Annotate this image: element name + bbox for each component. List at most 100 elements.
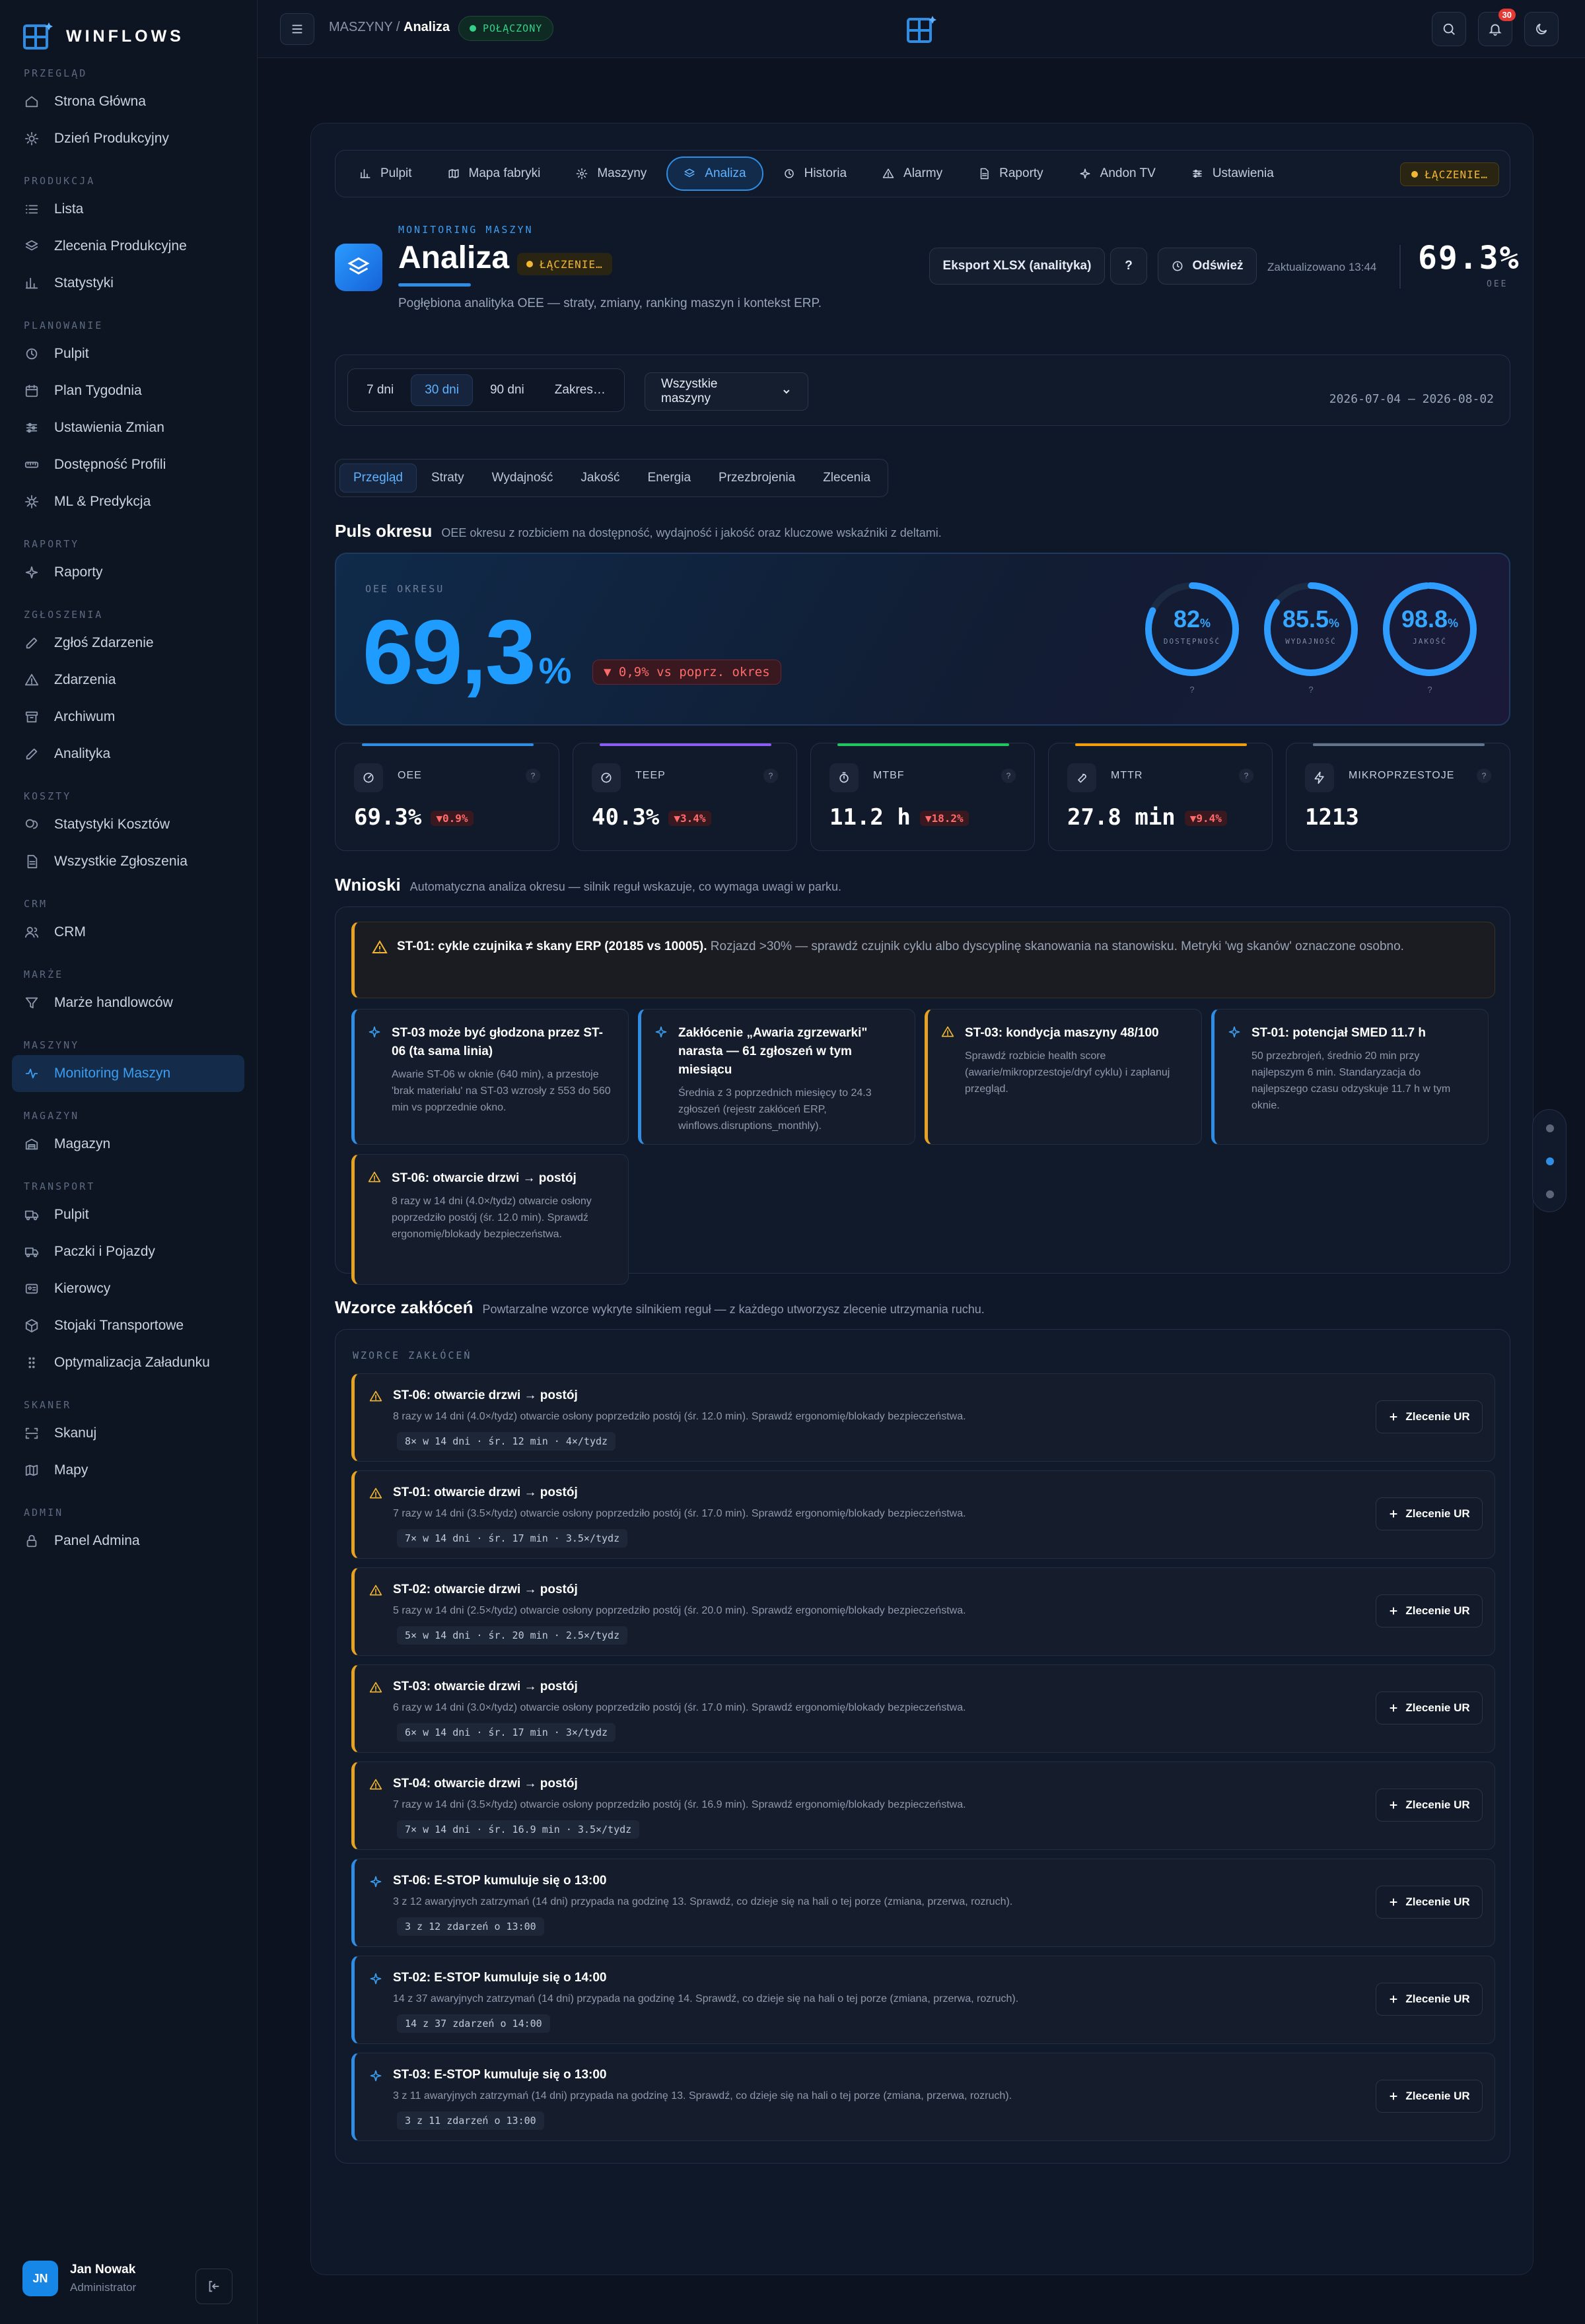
sidebar-item-pulpit[interactable]: Pulpit — [12, 335, 244, 372]
sidebar-item-kierowcy[interactable]: Kierowcy — [12, 1270, 244, 1307]
topbar-logo[interactable] — [906, 15, 936, 48]
kpi-card-mikroprzestoje[interactable]: MIKROPRZESTOJE? 1213 — [1286, 743, 1510, 851]
subtab-straty[interactable]: Straty — [418, 463, 477, 493]
sidebar-item-analityka[interactable]: Analityka — [12, 735, 244, 772]
tab-pulpit[interactable]: Pulpit — [343, 156, 428, 191]
tab-analiza[interactable]: Analiza — [666, 156, 763, 191]
tab-historia[interactable]: Historia — [767, 156, 863, 191]
sidebar-item-magazyn[interactable]: Magazyn — [12, 1126, 244, 1163]
range-option-zakres[interactable]: Zakres… — [542, 374, 619, 406]
help-button[interactable]: ? — [1110, 248, 1147, 285]
kpi-help-icon[interactable]: ? — [1477, 769, 1491, 783]
pattern-icon — [369, 1778, 382, 1794]
tab-raporty[interactable]: Raporty — [962, 156, 1059, 191]
create-maintenance-order-button[interactable]: Zlecenie UR — [1376, 1886, 1483, 1919]
kpi-card-mttr[interactable]: MTTR? 27.8 min ▼9.4% — [1048, 743, 1273, 851]
sidebar-item-archiwum[interactable]: Archiwum — [12, 699, 244, 735]
kpi-card-teep[interactable]: TEEP? 40.3% ▼3.4% — [573, 743, 797, 851]
refresh-button[interactable]: Odśwież — [1158, 248, 1257, 285]
sidebar-item-plan-tygodnia[interactable]: Plan Tygodnia — [12, 372, 244, 409]
sidebar-item-optymalizacja-zaladunku[interactable]: Optymalizacja Załadunku — [12, 1344, 244, 1381]
subtab-energia[interactable]: Energia — [635, 463, 705, 493]
sidebar-item-dzien-produkcyjny[interactable]: Dzień Produkcyjny — [12, 120, 244, 157]
app-logo[interactable]: WINFLOWS — [22, 21, 184, 51]
sidebar-item-raporty[interactable]: Raporty — [12, 554, 244, 591]
tab-ustawienia[interactable]: Ustawienia — [1176, 156, 1290, 191]
scroll-dot[interactable] — [1546, 1190, 1554, 1198]
range-option-30-dni[interactable]: 30 dni — [411, 374, 473, 406]
subtab-jakosc[interactable]: Jakość — [567, 463, 633, 493]
pattern-row: ST-02: otwarcie drzwi → postój 5 razy w 1… — [351, 1567, 1495, 1656]
tab-alarmy[interactable]: Alarmy — [866, 156, 958, 191]
create-maintenance-order-button[interactable]: Zlecenie UR — [1376, 1983, 1483, 2016]
kpi-card-oee[interactable]: OEE? 69.3% ▼0.9% — [335, 743, 559, 851]
subtab-zlecenia[interactable]: Zlecenia — [810, 463, 884, 493]
sidebar-item-dostepnosc-profili[interactable]: Dostępność Profili — [12, 446, 244, 483]
sidebar-item-skanuj[interactable]: Skanuj — [12, 1415, 244, 1452]
create-maintenance-order-button[interactable]: Zlecenie UR — [1376, 1400, 1483, 1433]
search-button[interactable] — [1432, 12, 1466, 46]
sidebar-item-pulpit[interactable]: Pulpit — [12, 1196, 244, 1233]
sidebar-item-strona-glowna[interactable]: Strona Główna — [12, 83, 244, 120]
insight-card[interactable]: ST-01: potencjał SMED 11.7 h 50 przezbroj… — [1211, 1009, 1489, 1145]
sidebar-item-label: Lista — [54, 201, 84, 217]
scroll-dot[interactable] — [1546, 1124, 1554, 1132]
ring-help-icon[interactable]: ? — [1143, 685, 1241, 695]
scan-icon — [24, 1425, 40, 1441]
logout-button[interactable] — [195, 2269, 232, 2304]
tab-mapa-fabryki[interactable]: Mapa fabryki — [432, 156, 557, 191]
sidebar-item-crm[interactable]: CRM — [12, 914, 244, 951]
create-maintenance-order-button[interactable]: Zlecenie UR — [1376, 1594, 1483, 1627]
insight-card[interactable]: ST-03: kondycja maszyny 48/100 Sprawdź ro… — [925, 1009, 1202, 1145]
sidebar-item-ml-predykcja[interactable]: ML & Predykcja — [12, 483, 244, 520]
ring-help-icon[interactable]: ? — [1381, 685, 1479, 695]
kpi-help-icon[interactable]: ? — [1239, 769, 1253, 783]
sidebar-item-panel-admina[interactable]: Panel Admina — [12, 1522, 244, 1559]
range-option-7-dni[interactable]: 7 dni — [353, 374, 407, 406]
sidebar-item-zglos-zdarzenie[interactable]: Zgłoś Zdarzenie — [12, 625, 244, 662]
scroll-dot-active[interactable] — [1546, 1157, 1554, 1165]
subtab-przeglad[interactable]: Przegląd — [339, 463, 417, 493]
tab-andon-tv[interactable]: Andon TV — [1063, 156, 1172, 191]
user-profile[interactable]: JN Jan Nowak Administrator — [22, 2261, 136, 2296]
sidebar-item-mapy[interactable]: Mapy — [12, 1452, 244, 1489]
kpi-card-mtbf[interactable]: MTBF? 11.2 h ▼18.2% — [810, 743, 1035, 851]
tab-label: Historia — [804, 166, 847, 180]
export-xlsx-button[interactable]: Eksport XLSX (analityka) — [929, 248, 1105, 285]
menu-toggle-button[interactable] — [280, 13, 314, 45]
sidebar-item-statystyki[interactable]: Statystyki — [12, 265, 244, 302]
sidebar-item-zlecenia-produkcyjne[interactable]: Zlecenia Produkcyjne — [12, 228, 244, 265]
notifications-button[interactable]: 30 — [1478, 9, 1516, 46]
create-maintenance-order-button[interactable]: Zlecenie UR — [1376, 1789, 1483, 1822]
sidebar-item-zdarzenia[interactable]: Zdarzenia — [12, 662, 244, 699]
kpi-help-icon[interactable]: ? — [1001, 769, 1016, 783]
sidebar-item-wszystkie-zgloszenia[interactable]: Wszystkie Zgłoszenia — [12, 843, 244, 880]
insights-section-title: Wnioski Automatyczna analiza okresu — sil… — [335, 875, 841, 895]
theme-toggle-button[interactable] — [1524, 12, 1559, 46]
sidebar-item-marze-handlowcow[interactable]: Marże handlowców — [12, 984, 244, 1021]
range-option-90-dni[interactable]: 90 dni — [477, 374, 538, 406]
create-maintenance-order-button[interactable]: Zlecenie UR — [1376, 1497, 1483, 1530]
machine-select[interactable]: Wszystkie maszyny — [645, 372, 808, 411]
insight-card[interactable]: ST-06: otwarcie drzwi → postój 8 razy w 1… — [351, 1154, 629, 1285]
sidebar-item-monitoring-maszyn[interactable]: Monitoring Maszyn — [12, 1055, 244, 1092]
subtab-wydajnosc[interactable]: Wydajność — [479, 463, 567, 493]
create-maintenance-order-button[interactable]: Zlecenie UR — [1376, 1692, 1483, 1725]
ring-help-icon[interactable]: ? — [1262, 685, 1360, 695]
insight-text: Awarie ST-06 w oknie (640 min), a przest… — [392, 1069, 611, 1113]
filter-bar: 7 dni 30 dni 90 dni Zakres… Wszystkie maszy… — [335, 355, 1510, 426]
sidebar-item-lista[interactable]: Lista — [12, 191, 244, 228]
sidebar-item-statystyki-kosztow[interactable]: Statystyki Kosztów — [12, 806, 244, 843]
sidebar-item-paczki-i-pojazdy[interactable]: Paczki i Pojazdy — [12, 1233, 244, 1270]
insight-card[interactable]: ST-03 może być głodzona przez ST-06 (ta … — [351, 1009, 629, 1145]
create-maintenance-order-button[interactable]: Zlecenie UR — [1376, 2080, 1483, 2113]
kpi-help-icon[interactable]: ? — [763, 769, 778, 783]
subtab-przezbrojenia[interactable]: Przezbrojenia — [705, 463, 808, 493]
tab-maszyny[interactable]: Maszyny — [560, 156, 662, 191]
kpi-help-icon[interactable]: ? — [526, 769, 540, 783]
sidebar-item-ustawienia-zmian[interactable]: Ustawienia Zmian — [12, 409, 244, 446]
sidebar-item-stojaki-transportowe[interactable]: Stojaki Transportowe — [12, 1307, 244, 1344]
breadcrumb-parent[interactable]: MASZYNY — [329, 20, 392, 34]
insight-warning-banner[interactable]: ST-01: cykle czujnika ≠ skany ERP (20185… — [351, 922, 1495, 998]
insight-card[interactable]: Zakłócenie „Awaria zgrzewarki" narasta —… — [638, 1009, 915, 1145]
